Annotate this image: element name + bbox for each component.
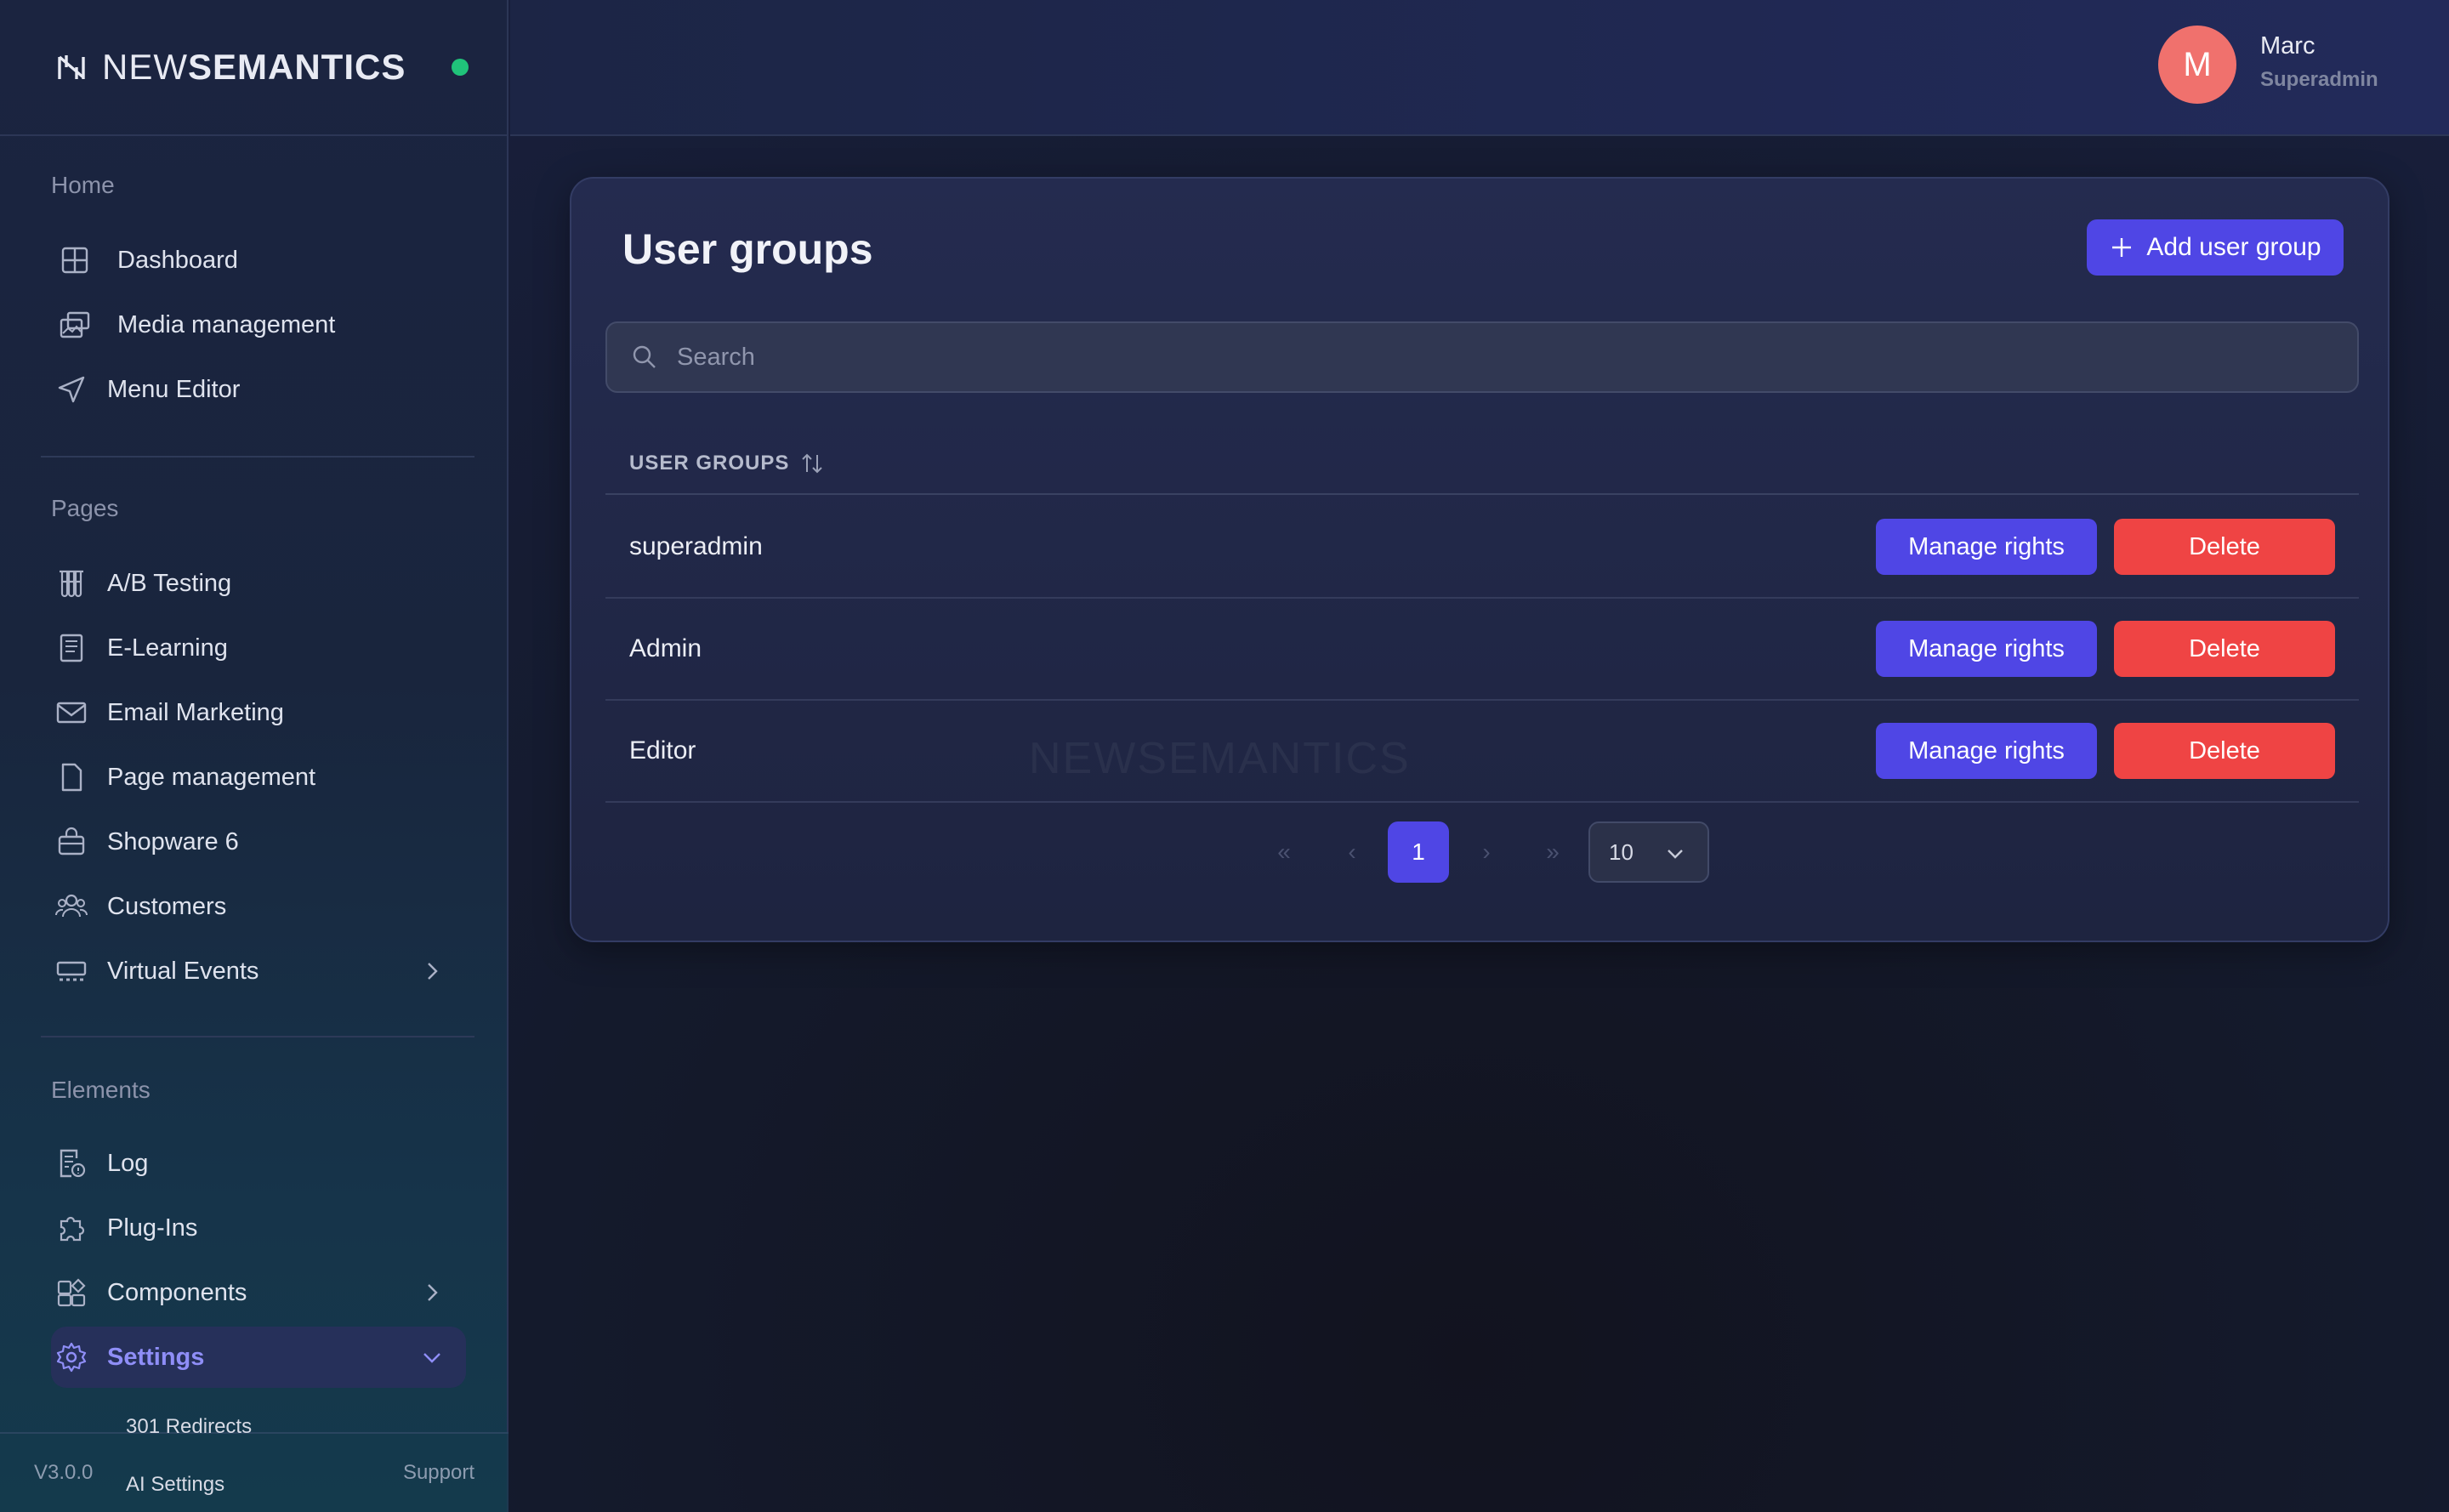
gear-icon xyxy=(54,1340,95,1374)
sidebar-item-log[interactable]: Log xyxy=(51,1133,466,1194)
sidebar-footer: V3.0.0 Support xyxy=(0,1432,509,1512)
column-header-label: USER GROUPS xyxy=(629,452,790,475)
first-page-button[interactable]: « xyxy=(1253,821,1315,883)
components-icon xyxy=(54,1276,95,1310)
next-page-button[interactable]: › xyxy=(1456,821,1517,883)
sidebar-item-label: Customers xyxy=(107,892,227,920)
delete-button[interactable]: Delete xyxy=(2114,519,2335,575)
sidebar-item-components[interactable]: Components xyxy=(51,1262,466,1323)
user-group-name: Admin xyxy=(629,634,702,662)
sidebar: NEWSEMANTICS Home Dashboard Media manage… xyxy=(0,0,509,1512)
manage-rights-button[interactable]: Manage rights xyxy=(1876,621,2097,677)
section-title-pages: Pages xyxy=(51,495,119,521)
sidebar-item-label: E-Learning xyxy=(107,634,228,662)
sidebar-item-email-marketing[interactable]: Email Marketing xyxy=(51,682,466,743)
sidebar-item-media-management[interactable]: Media management xyxy=(51,294,466,355)
file-icon xyxy=(54,760,95,794)
book-icon xyxy=(54,631,95,665)
user-name: Marc xyxy=(2260,32,2315,60)
online-status-dot xyxy=(452,59,469,76)
sidebar-divider xyxy=(41,1036,474,1037)
sidebar-item-label: Page management xyxy=(107,763,316,791)
manage-rights-button[interactable]: Manage rights xyxy=(1876,519,2097,575)
sidebar-item-label: Virtual Events xyxy=(107,957,259,985)
current-page-button[interactable]: 1 xyxy=(1388,821,1449,883)
chevron-down-icon xyxy=(1668,850,1683,859)
sidebar-item-page-management[interactable]: Page management xyxy=(51,747,466,808)
avatar[interactable]: M xyxy=(2158,26,2236,104)
delete-button[interactable]: Delete xyxy=(2114,621,2335,677)
brand-logo-icon xyxy=(58,55,85,79)
sidebar-item-label: Dashboard xyxy=(117,246,238,274)
manage-rights-button[interactable]: Manage rights xyxy=(1876,723,2097,779)
add-user-group-label: Add user group xyxy=(2146,233,2321,261)
dashboard-icon xyxy=(58,243,105,277)
sidebar-subitem-ai-settings[interactable]: AI Settings xyxy=(126,1473,224,1497)
support-link[interactable]: Support xyxy=(403,1461,474,1485)
table-row: Admin Manage rights Delete xyxy=(605,599,2359,701)
user-group-name: Editor xyxy=(629,736,696,765)
page-size-value: 10 xyxy=(1609,838,1634,865)
chevron-down-icon[interactable] xyxy=(418,1344,446,1371)
sidebar-item-plug-ins[interactable]: Plug-Ins xyxy=(51,1197,466,1259)
last-page-button[interactable]: » xyxy=(1522,821,1583,883)
user-groups-card: User groups Add user group USER GROUPS s… xyxy=(570,177,2389,942)
brand[interactable]: NEWSEMANTICS xyxy=(0,0,507,136)
sidebar-item-label: Components xyxy=(107,1278,247,1306)
chevron-right-icon[interactable] xyxy=(418,958,446,985)
plus-icon xyxy=(2112,238,2132,257)
sidebar-item-label: Settings xyxy=(107,1343,205,1371)
log-icon xyxy=(54,1146,95,1180)
section-title-elements: Elements xyxy=(51,1077,151,1103)
previous-page-button[interactable]: ‹ xyxy=(1321,821,1383,883)
sidebar-item-shopware[interactable]: Shopware 6 xyxy=(51,811,466,873)
users-icon xyxy=(54,890,95,924)
user-role: Superadmin xyxy=(2260,68,2378,91)
sidebar-item-virtual-events[interactable]: Virtual Events xyxy=(51,941,466,1002)
sidebar-item-label: Menu Editor xyxy=(107,375,241,403)
sidebar-item-label: Plug-Ins xyxy=(107,1214,198,1242)
delete-button[interactable]: Delete xyxy=(2114,723,2335,779)
sidebar-item-menu-editor[interactable]: Menu Editor xyxy=(51,359,466,420)
version-label: V3.0.0 xyxy=(34,1461,94,1484)
send-icon xyxy=(54,372,95,406)
shopping-bag-icon xyxy=(54,825,95,859)
sidebar-item-label: Shopware 6 xyxy=(107,827,239,855)
sidebar-item-customers[interactable]: Customers xyxy=(51,876,466,937)
column-header-user-groups[interactable]: USER GROUPS xyxy=(605,434,2359,495)
sidebar-subitem-301-redirects[interactable]: 301 Redirects xyxy=(126,1415,252,1439)
watermark: NEWSEMANTICS xyxy=(1029,734,1411,783)
test-tubes-icon xyxy=(54,566,95,600)
table-row: Editor Manage rights Delete xyxy=(605,701,2359,803)
sidebar-item-ab-testing[interactable]: A/B Testing xyxy=(51,553,466,614)
page-title: User groups xyxy=(622,225,873,273)
section-title-home: Home xyxy=(51,172,115,198)
sidebar-item-settings[interactable]: Settings xyxy=(51,1327,466,1388)
sort-icon[interactable] xyxy=(799,451,825,476)
sidebar-divider xyxy=(41,456,474,458)
add-user-group-button[interactable]: Add user group xyxy=(2087,219,2344,276)
table-row: superadmin Manage rights Delete xyxy=(605,497,2359,599)
mail-icon xyxy=(54,696,95,730)
user-group-name: superadmin xyxy=(629,532,763,560)
sidebar-item-label: Email Marketing xyxy=(107,698,284,726)
search-icon xyxy=(633,345,656,368)
brand-name: NEWSEMANTICS xyxy=(102,47,406,87)
sidebar-item-dashboard[interactable]: Dashboard xyxy=(51,230,466,291)
puzzle-icon xyxy=(54,1211,95,1245)
search-bar[interactable] xyxy=(605,321,2359,393)
events-icon xyxy=(54,954,95,988)
sidebar-item-label: A/B Testing xyxy=(107,569,232,597)
page-size-select[interactable]: 10 xyxy=(1588,821,1709,883)
chevron-right-icon[interactable] xyxy=(418,1279,446,1306)
sidebar-item-label: Log xyxy=(107,1149,149,1177)
search-input[interactable] xyxy=(677,343,2293,372)
sidebar-item-e-learning[interactable]: E-Learning xyxy=(51,617,466,679)
media-icon xyxy=(58,308,105,342)
pagination: « ‹ 1 › » 10 xyxy=(571,821,2391,883)
sidebar-item-label: Media management xyxy=(117,310,336,338)
